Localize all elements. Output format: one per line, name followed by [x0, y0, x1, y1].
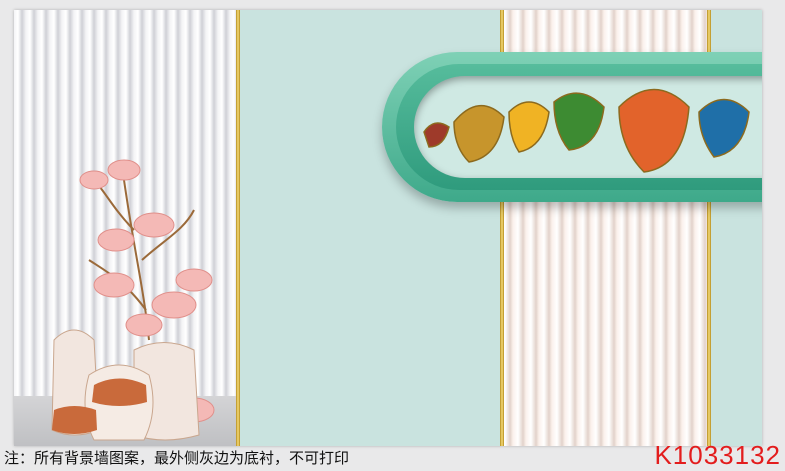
product-code: K1033132: [654, 440, 781, 470]
magnolia-vase-icon: [51, 159, 215, 441]
gold-divider-left: [236, 10, 240, 446]
wallpaper-design: [14, 10, 762, 446]
print-note-caption: 注：所有背景墙图案，最外侧灰边为底衬，不可打印: [4, 449, 350, 467]
ginkgo-leaf-icon: [423, 88, 750, 173]
